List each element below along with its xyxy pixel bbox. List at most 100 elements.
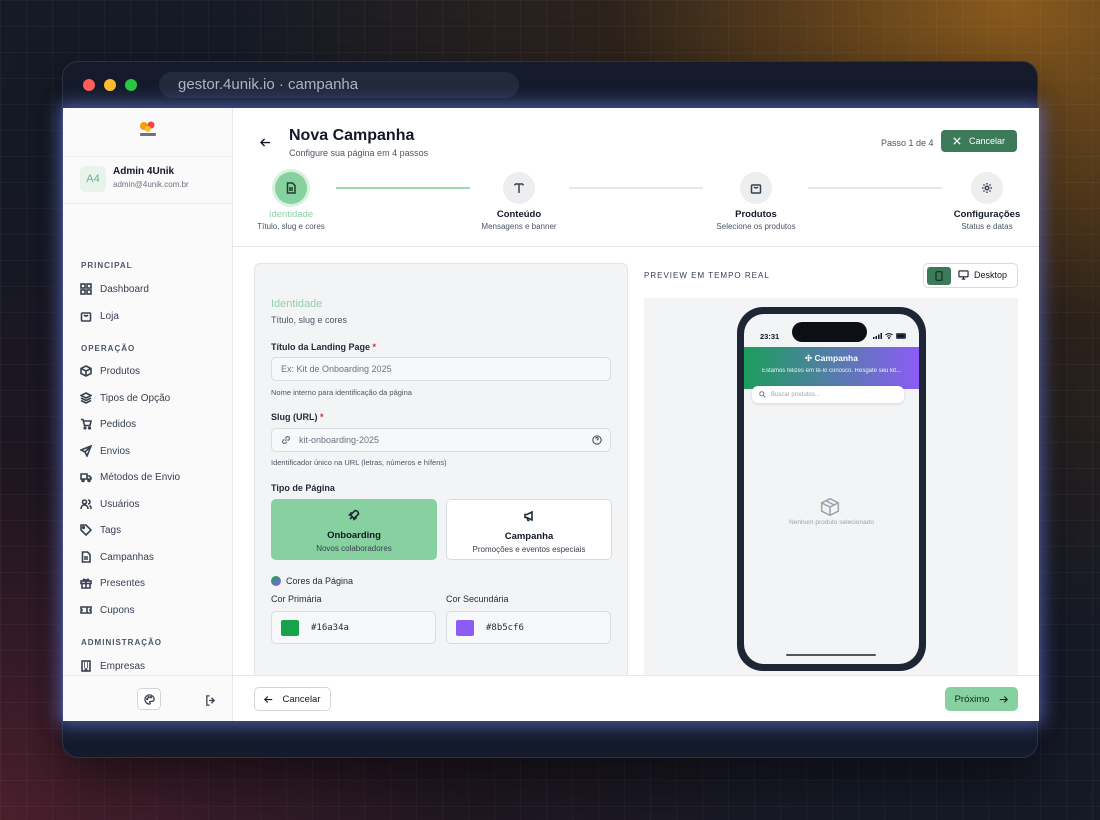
primary-color-field[interactable]: #16a34a (271, 611, 436, 644)
type-desc: Novos colaboradores (316, 544, 392, 553)
primary-label: Cor Primária (271, 594, 322, 604)
step-desc: Título, slug e cores (257, 222, 325, 231)
sidebar-item-loja[interactable]: Loja (80, 310, 119, 322)
sidebar-item-usuarios[interactable]: Usuários (80, 498, 139, 510)
arrow-left-icon (259, 138, 271, 147)
title-placeholder: Ex: Kit de Onboarding 2025 (281, 364, 392, 374)
main-content: Nova Campanha Configure sua página em 4 … (233, 108, 1039, 721)
sidebar-item-label: Pedidos (100, 418, 137, 430)
close-icon (953, 137, 961, 145)
type-title: Onboarding (327, 530, 381, 541)
signal-icon (873, 333, 882, 339)
cancel-top-button[interactable]: Cancelar (941, 130, 1017, 152)
sidebar-item-empresas[interactable]: Empresas (80, 660, 145, 672)
logout-icon (206, 695, 216, 706)
sidebar-item-pedidos[interactable]: Pedidos (80, 418, 136, 430)
step-connector-3 (808, 187, 942, 189)
mobile-button[interactable] (927, 267, 951, 285)
secondary-value: #8b5cf6 (486, 622, 524, 633)
primary-swatch[interactable] (281, 619, 299, 636)
type-card-campanha[interactable]: Campanha Promoções e eventos especiais (446, 499, 612, 560)
secondary-swatch[interactable] (456, 619, 474, 636)
step-label: Identidade (268, 209, 314, 220)
minimize-dot[interactable] (104, 79, 116, 91)
step-circle (275, 172, 307, 204)
desktop-label: Desktop (974, 270, 1008, 280)
sparkle-icon: ✣ (805, 353, 813, 363)
megaphone-icon (524, 510, 533, 522)
layers-icon (80, 392, 92, 404)
back-button[interactable] (259, 135, 271, 153)
sidebar-item-tags[interactable]: Tags (80, 524, 121, 536)
avatar: A4 (80, 166, 106, 192)
colors-label: Cores da Página (286, 576, 354, 586)
step-label: Produtos (735, 209, 777, 220)
logout-button[interactable] (205, 693, 216, 711)
next-button[interactable]: Próximo (945, 687, 1018, 711)
phone-screen: 23:31 ✣ Campanha Estamos felizes em tê-l… (744, 314, 919, 664)
monitor-icon (958, 270, 969, 280)
rocket-icon (348, 509, 360, 521)
step-desc: Status e datas (961, 222, 1013, 231)
step-circle (740, 172, 772, 204)
step-produtos[interactable]: Produtos Selecione os produtos (711, 172, 801, 231)
sidebar-footer (63, 675, 233, 721)
slug-help: Identificador único na URL (letras, núme… (271, 458, 447, 467)
url-bar[interactable]: gestor.4unik.io · campanha (159, 72, 519, 98)
maximize-dot[interactable] (125, 79, 137, 91)
help-icon[interactable] (592, 435, 602, 445)
section-subtitle: Título, slug e cores (271, 315, 348, 325)
sidebar-item-tipos-de-opcao[interactable]: Tipos de Opção (80, 392, 170, 404)
document-icon (286, 182, 296, 194)
secondary-color-field[interactable]: #8b5cf6 (446, 611, 611, 644)
theme-button[interactable] (137, 688, 161, 710)
step-label: Conteúdo (496, 209, 542, 220)
sidebar-item-envios[interactable]: Envios (80, 445, 130, 457)
text-icon (514, 183, 524, 193)
step-identidade[interactable]: Identidade Título, slug e cores (255, 172, 327, 231)
sidebar-item-cupons[interactable]: Cupons (80, 604, 134, 616)
bag-icon (750, 184, 762, 194)
step-conteudo[interactable]: Conteúdo Mensagens e banner (479, 172, 559, 231)
step-configuracoes[interactable]: Configurações Status e datas (949, 172, 1025, 231)
page-subtitle: Configure sua página em 4 passos (289, 148, 429, 158)
sidebar-item-label: Dashboard (100, 283, 149, 295)
stepper: Identidade Título, slug e cores Conteúdo… (233, 172, 1039, 247)
preview-label: PREVIEW EM TEMPO REAL (644, 271, 770, 280)
close-dot[interactable] (83, 79, 95, 91)
sidebar-item-presentes[interactable]: Presentes (80, 577, 145, 589)
sidebar-item-label: Tipos de Opção (100, 392, 171, 404)
sidebar-item-metodos-de-envio[interactable]: Métodos de Envio (80, 471, 180, 483)
sidebar-item-label: Produtos (100, 365, 141, 377)
banner-subtitle: Estamos felizes em tê-lo conosco. Resgat… (761, 368, 902, 374)
type-card-onboarding[interactable]: Onboarding Novos colaboradores (271, 499, 437, 560)
sidebar-item-dashboard[interactable]: Dashboard (80, 283, 149, 295)
cancel-button[interactable]: Cancelar (254, 687, 331, 711)
search-placeholder: Buscar produtos... (771, 391, 820, 398)
truck-icon (80, 473, 92, 483)
section-title: Identidade (271, 298, 323, 310)
step-connector-2 (569, 187, 703, 189)
sidebar-item-produtos[interactable]: Produtos (80, 365, 140, 377)
app: A4 Admin 4Unik admin@4unik.com.br PRINCI… (63, 108, 1039, 721)
grid-icon (80, 283, 92, 295)
palette-icon (143, 693, 155, 705)
wifi-icon (885, 333, 893, 339)
user-card[interactable]: A4 Admin 4Unik admin@4unik.com.br (63, 156, 233, 204)
phone-search[interactable]: Buscar produtos... (752, 386, 904, 403)
arrow-right-icon (1000, 695, 1009, 703)
slug-input[interactable]: kit-onboarding-2025 (271, 428, 611, 452)
title-input[interactable]: Ex: Kit de Onboarding 2025 (271, 357, 611, 381)
section-principal: PRINCIPAL (81, 261, 133, 270)
secondary-label: Cor Secundária (446, 594, 509, 604)
bag-icon (80, 312, 92, 322)
browser-window: gestor.4unik.io · campanha A4 Admin 4Uni… (62, 61, 1039, 758)
sidebar-item-label: Usuários (100, 498, 140, 510)
arrow-left-icon (264, 695, 273, 703)
sidebar-item-label: Métodos de Envio (100, 471, 181, 483)
sidebar-item-campanhas[interactable]: Campanhas (80, 551, 154, 563)
phone-mockup: 23:31 ✣ Campanha Estamos felizes em tê-l… (737, 307, 926, 671)
dynamic-island (792, 322, 867, 342)
desktop-button[interactable]: Desktop (958, 270, 1007, 280)
gift-icon (80, 578, 92, 589)
